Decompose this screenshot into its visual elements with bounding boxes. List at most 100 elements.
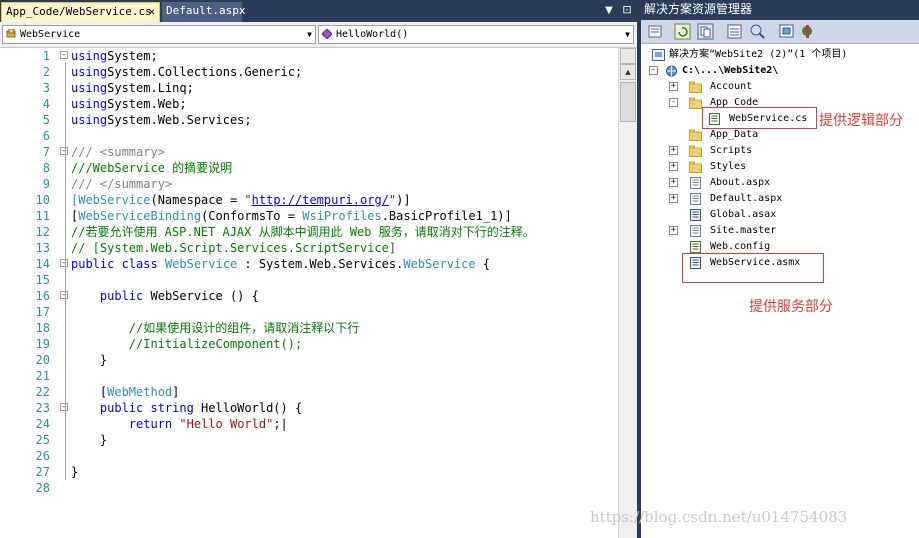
code-line[interactable]: 14 - public class WebService : System.Web.… [0, 256, 615, 272]
collapse-icon[interactable]: - [649, 66, 658, 75]
aspnet-configuration-icon[interactable] [799, 23, 816, 40]
code-line[interactable]: 21 [0, 368, 615, 384]
tree-item[interactable]: Global.asax [641, 207, 841, 223]
code-line[interactable]: 7 -/// <summary> [0, 144, 615, 160]
refresh-icon[interactable] [674, 23, 691, 40]
line-number: 15 [35, 273, 50, 287]
code-line[interactable]: 17 [0, 304, 615, 320]
code-line[interactable]: 28 [0, 480, 615, 496]
split-handle[interactable] [620, 48, 636, 64]
collapse-icon[interactable]: - [60, 259, 68, 267]
tree-item[interactable]: + Account [641, 79, 841, 95]
code-text: /// </summary> [71, 177, 173, 191]
scroll-thumb[interactable] [620, 82, 636, 122]
expand-icon[interactable]: + [669, 194, 678, 203]
tree-item[interactable]: App_Data [641, 127, 841, 143]
tree-item[interactable]: + About.aspx [641, 175, 841, 191]
code-text: public WebService () { [99, 289, 259, 303]
code-text: public string HelloWorld() { [99, 401, 303, 415]
expand-icon[interactable]: + [669, 82, 678, 91]
type-dropdown[interactable]: WebService ▼ [2, 25, 316, 44]
tab-webservice-cs[interactable]: App_Code/WebService.cs × [1, 2, 160, 22]
line-number: 8 [42, 161, 50, 175]
code-line[interactable]: 24 return "Hello World";| [0, 416, 615, 432]
collapse-icon[interactable]: - [60, 147, 68, 155]
code-text: public class WebService : System.Web.Ser… [71, 257, 491, 271]
code-line[interactable]: 5 usingSystem.Web.Services; [0, 112, 615, 128]
code-line[interactable]: 15 [0, 272, 615, 288]
code-line[interactable]: 13 // [System.Web.Script.Services.ScriptS… [0, 240, 615, 256]
vertical-scrollbar[interactable]: ▲ [618, 48, 637, 538]
line-number: 23 [35, 401, 50, 415]
line-number: 2 [42, 65, 50, 79]
tree-item[interactable]: + Styles [641, 159, 841, 175]
tree-item-label: Default.aspx [710, 193, 783, 204]
line-number: 14 [35, 257, 50, 271]
tree-item-label: Styles [710, 161, 747, 172]
code-text: ///WebService 的摘要说明 [71, 161, 233, 175]
code-line[interactable]: 19 //InitializeComponent(); [0, 336, 615, 352]
service-annotation: 提供服务部分 [749, 299, 833, 315]
navigation-bar: WebService ▼ HelloWorld() ▼ [0, 22, 637, 48]
code-line[interactable]: 8 ///WebService 的摘要说明 [0, 160, 615, 176]
code-line[interactable]: 20 } [0, 352, 615, 368]
code-line[interactable]: 27} [0, 464, 615, 480]
tab-label: Default.aspx [166, 4, 246, 17]
window-position-icon[interactable]: ⊡ [620, 3, 634, 17]
code-line[interactable]: 2 usingSystem.Collections.Generic; [0, 64, 615, 80]
page-file-icon [690, 193, 701, 205]
line-number: 10 [35, 193, 50, 207]
method-icon [322, 29, 332, 39]
line-number: 21 [35, 369, 50, 383]
code-line[interactable]: 18 //如果使用设计的组件，请取消注释以下行 [0, 320, 615, 336]
code-line[interactable]: 26 [0, 448, 615, 464]
collapse-icon[interactable]: - [60, 291, 68, 299]
code-line[interactable]: 16 - public WebService () { [0, 288, 615, 304]
logic-annotation: 提供逻辑部分 [819, 113, 903, 129]
code-line[interactable]: 9 /// </summary> [0, 176, 615, 192]
collapse-icon[interactable]: - [60, 403, 68, 411]
code-line[interactable]: 3 usingSystem.Linq; [0, 80, 615, 96]
tab-default-aspx[interactable]: Default.aspx [162, 2, 246, 22]
code-line[interactable]: 22 [WebMethod] [0, 384, 615, 400]
tree-item[interactable]: + Default.aspx [641, 191, 841, 207]
copy-website-icon[interactable] [749, 23, 766, 40]
code-text: //如果使用设计的组件，请取消注释以下行 [71, 321, 360, 335]
show-all-files-icon[interactable] [697, 23, 714, 40]
code-line[interactable]: 12 //若要允许使用 ASP.NET AJAX 从脚本中调用此 Web 服务，请… [0, 224, 615, 240]
code-text: usingSystem.Web.Services; [71, 113, 252, 127]
expand-icon[interactable]: + [669, 226, 678, 235]
code-line[interactable]: 23 - public string HelloWorld() { [0, 400, 615, 416]
code-line[interactable]: 1 - usingSystem; [0, 48, 615, 64]
member-dropdown[interactable]: HelloWorld() ▼ [318, 25, 634, 44]
code-line[interactable]: 4 usingSystem.Web; [0, 96, 615, 112]
service-highlight-box [682, 253, 824, 283]
tree-item[interactable]: + Site.master [641, 223, 841, 239]
line-number: 1 [42, 49, 50, 63]
tab-dropdown-icon[interactable]: ▼ [602, 4, 616, 18]
expand-icon[interactable]: + [669, 162, 678, 171]
folder-file-icon [689, 161, 702, 173]
collapse-icon[interactable]: - [60, 51, 68, 59]
line-number: 16 [35, 289, 50, 303]
solution-icon [652, 49, 665, 61]
collapse-icon[interactable]: - [669, 98, 678, 107]
close-icon[interactable]: × [148, 3, 155, 21]
scroll-up-button[interactable]: ▲ [620, 64, 636, 80]
expand-icon[interactable]: + [669, 146, 678, 155]
tree-item-label: About.aspx [710, 177, 771, 188]
code-line[interactable]: 10 [WebService(Namespace = "http://tempur… [0, 192, 615, 208]
properties-icon[interactable] [647, 23, 664, 40]
tree-node-project[interactable]: - C:\...\WebSite2\ [649, 63, 909, 79]
code-line[interactable]: 25 } [0, 432, 615, 448]
code-line[interactable]: 6 [0, 128, 615, 144]
code-area[interactable]: 1- usingSystem; 2 usingSystem.Collections.G… [0, 48, 618, 538]
code-line[interactable]: 11 [WebServiceBinding(ConformsTo = WsiPro… [0, 208, 615, 224]
page-file-icon [690, 177, 701, 189]
expand-icon[interactable]: + [669, 178, 678, 187]
tree-item[interactable]: + Scripts [641, 143, 841, 159]
nest-related-files-icon[interactable] [726, 23, 743, 40]
document-tab-strip: App_Code/WebService.cs × Default.aspx ▼ … [0, 0, 637, 22]
view-in-browser-icon[interactable] [778, 23, 795, 40]
tree-node-solution[interactable]: 解决方案“WebSite2 (2)”(1 个项目) [652, 47, 912, 63]
